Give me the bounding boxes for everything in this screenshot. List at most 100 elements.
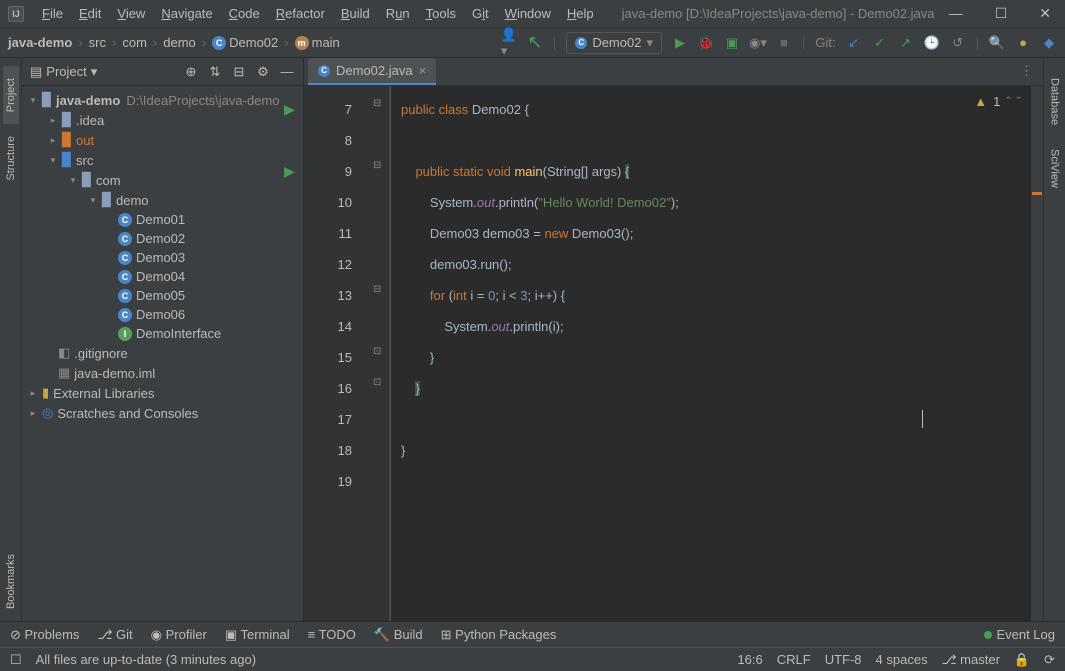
- menu-view[interactable]: View: [109, 3, 153, 24]
- close-button[interactable]: ✕: [1033, 5, 1057, 22]
- crumb-demo[interactable]: demo: [163, 35, 196, 50]
- tree-file-demo01[interactable]: CDemo01: [22, 210, 303, 229]
- git-label: Git:: [815, 35, 835, 50]
- crumb-method[interactable]: mmain: [295, 35, 340, 50]
- text-caret: [922, 410, 923, 428]
- bt-git[interactable]: ⎇ Git: [97, 627, 132, 643]
- menu-run[interactable]: Run: [378, 3, 418, 24]
- status-le[interactable]: CRLF: [777, 652, 811, 667]
- gear-icon[interactable]: ⚙: [255, 64, 271, 80]
- target-icon[interactable]: ⊕: [183, 64, 199, 80]
- coverage-icon[interactable]: ▣: [724, 35, 740, 51]
- status-lock-icon[interactable]: 🔒: [1014, 652, 1030, 668]
- profile-icon[interactable]: ◉▾: [750, 35, 766, 51]
- status-branch[interactable]: ⎇ master: [942, 652, 1000, 668]
- run-config-dropdown[interactable]: C Demo02 ▾: [566, 32, 662, 54]
- titlebar: IJ File Edit View Navigate Code Refactor…: [0, 0, 1065, 28]
- project-panel: ▤ Project ▾ ⊕ ⇅ ⊟ ⚙ — ▾▉java-demo D:\Ide…: [22, 58, 304, 621]
- tree-gitignore[interactable]: ◧.gitignore: [22, 343, 303, 363]
- status-message: All files are up-to-date (3 minutes ago): [36, 652, 256, 667]
- editor-tabs: C Demo02.java × ⋮: [304, 58, 1043, 86]
- error-stripe[interactable]: [1031, 86, 1043, 621]
- add-user-icon[interactable]: 👤▾: [501, 35, 517, 51]
- status-icon[interactable]: ☐: [10, 652, 22, 668]
- tabs-more-icon[interactable]: ⋮: [1010, 57, 1043, 85]
- menu-build[interactable]: Build: [333, 3, 378, 24]
- bt-eventlog[interactable]: Event Log: [984, 627, 1055, 642]
- tree-out[interactable]: ▸▉out: [22, 130, 303, 150]
- status-indent[interactable]: 4 spaces: [876, 652, 928, 667]
- bt-todo[interactable]: ≡ TODO: [308, 627, 356, 642]
- tree-file-demo05[interactable]: CDemo05: [22, 286, 303, 305]
- code-text[interactable]: public class Demo02 { public static void…: [390, 86, 1031, 621]
- status-bar: ☐ All files are up-to-date (3 minutes ag…: [0, 647, 1065, 671]
- menu-tools[interactable]: Tools: [418, 3, 464, 24]
- project-combo[interactable]: ▤ Project ▾: [30, 64, 97, 80]
- bt-build[interactable]: 🔨 Build: [374, 627, 423, 643]
- tab-demo02[interactable]: C Demo02.java ×: [308, 58, 436, 85]
- back-icon[interactable]: ↖: [527, 35, 543, 51]
- ide-icon[interactable]: ●: [1015, 35, 1031, 51]
- menu-file[interactable]: File: [34, 3, 71, 24]
- hide-panel-icon[interactable]: —: [279, 64, 295, 80]
- crumb-class[interactable]: CDemo02: [212, 35, 278, 50]
- tree-file-demo02[interactable]: CDemo02: [22, 229, 303, 248]
- menu-refactor[interactable]: Refactor: [268, 3, 333, 24]
- menu-window[interactable]: Window: [497, 3, 559, 24]
- run-icon[interactable]: ▶: [672, 35, 688, 51]
- sidetab-sciview[interactable]: SciView: [1047, 137, 1063, 200]
- crumb-project[interactable]: java-demo: [8, 35, 72, 50]
- run-line-icon[interactable]: ▶: [284, 156, 295, 187]
- sidetab-database[interactable]: Database: [1047, 66, 1063, 137]
- run-line-icon[interactable]: ▶: [284, 94, 295, 125]
- tree-file-demo04[interactable]: CDemo04: [22, 267, 303, 286]
- line-gutter: ▶7 8 ▶9 10 11 12 13 14 15 16 17 18 19: [304, 86, 370, 621]
- git-revert-icon[interactable]: ↺: [950, 35, 966, 51]
- menu-code[interactable]: Code: [221, 3, 268, 24]
- stop-icon[interactable]: ■: [776, 35, 792, 51]
- debug-icon[interactable]: 🐞: [698, 35, 714, 51]
- git-history-icon[interactable]: 🕒: [924, 35, 940, 51]
- tree-iml[interactable]: ▦java-demo.iml: [22, 363, 303, 383]
- expand-icon[interactable]: ⇅: [207, 64, 223, 80]
- sidetab-bookmarks[interactable]: Bookmarks: [3, 542, 19, 621]
- menu-help[interactable]: Help: [559, 3, 602, 24]
- bt-terminal[interactable]: ▣ Terminal: [225, 627, 290, 643]
- tree-root[interactable]: ▾▉java-demo D:\IdeaProjects\java-demo: [22, 90, 303, 110]
- cwm-icon[interactable]: ◆: [1041, 35, 1057, 51]
- bt-profiler[interactable]: ◉ Profiler: [151, 627, 207, 643]
- warning-icon: ▲: [974, 94, 987, 109]
- tab-close-icon[interactable]: ×: [419, 63, 427, 78]
- tree-idea[interactable]: ▸▉.idea: [22, 110, 303, 130]
- tree-file-demo03[interactable]: CDemo03: [22, 248, 303, 267]
- git-push-icon[interactable]: ↗: [898, 35, 914, 51]
- crumb-src[interactable]: src: [89, 35, 106, 50]
- git-update-icon[interactable]: ↙: [846, 35, 862, 51]
- search-icon[interactable]: 🔍: [989, 35, 1005, 51]
- tree-com[interactable]: ▾▉com: [22, 170, 303, 190]
- tree-ext-lib[interactable]: ▸▮External Libraries: [22, 383, 303, 403]
- tree-file-interface[interactable]: IDemoInterface: [22, 324, 303, 343]
- main-menu: File Edit View Navigate Code Refactor Bu…: [34, 3, 602, 24]
- maximize-button[interactable]: ☐: [989, 5, 1014, 22]
- sidetab-project[interactable]: Project: [3, 66, 19, 124]
- bt-problems[interactable]: ⊘ Problems: [10, 627, 79, 643]
- tree-file-demo06[interactable]: CDemo06: [22, 305, 303, 324]
- collapse-icon[interactable]: ⊟: [231, 64, 247, 80]
- tree-scratches[interactable]: ▸◎Scratches and Consoles: [22, 403, 303, 423]
- sidetab-structure[interactable]: Structure: [3, 124, 19, 193]
- status-enc[interactable]: UTF-8: [825, 652, 862, 667]
- status-pos[interactable]: 16:6: [737, 652, 762, 667]
- status-sync-icon[interactable]: ⟳: [1044, 652, 1055, 668]
- menu-edit[interactable]: Edit: [71, 3, 109, 24]
- tree-src[interactable]: ▾▉src: [22, 150, 303, 170]
- bt-python[interactable]: ⊞ Python Packages: [441, 627, 557, 643]
- git-commit-icon[interactable]: ✓: [872, 35, 888, 51]
- minimize-button[interactable]: ―: [943, 5, 969, 22]
- inspection-widget[interactable]: ▲ 1 ˆ ˇ: [974, 94, 1021, 109]
- window-title: java-demo [D:\IdeaProjects\java-demo] - …: [622, 6, 935, 21]
- menu-navigate[interactable]: Navigate: [153, 3, 220, 24]
- crumb-com[interactable]: com: [122, 35, 147, 50]
- menu-git[interactable]: Git: [464, 3, 497, 24]
- tree-demo[interactable]: ▾▉demo: [22, 190, 303, 210]
